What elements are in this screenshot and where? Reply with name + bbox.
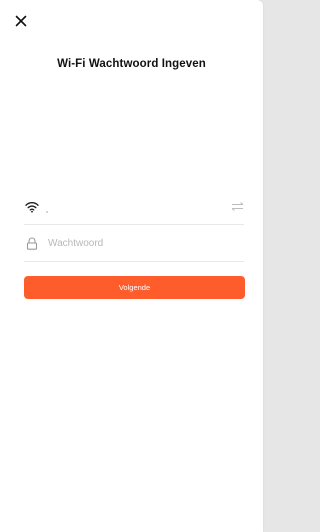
next-button[interactable]: Volgende	[24, 276, 245, 299]
swap-arrows-icon	[231, 202, 243, 211]
password-row	[24, 226, 244, 262]
wifi-ssid-value[interactable]	[48, 197, 230, 217]
wifi-password-sheet: Wi-Fi Wachtwoord Ingeven Volgende	[0, 0, 263, 532]
password-input[interactable]	[48, 233, 244, 254]
wifi-network-row[interactable]	[24, 189, 244, 225]
ssid-cursor-mark	[46, 211, 48, 213]
close-icon	[15, 15, 27, 27]
close-button[interactable]	[12, 12, 30, 30]
lock-icon	[24, 236, 40, 252]
page-title: Wi-Fi Wachtwoord Ingeven	[57, 58, 206, 70]
switch-network-button[interactable]	[230, 200, 244, 214]
wifi-icon	[24, 199, 40, 215]
